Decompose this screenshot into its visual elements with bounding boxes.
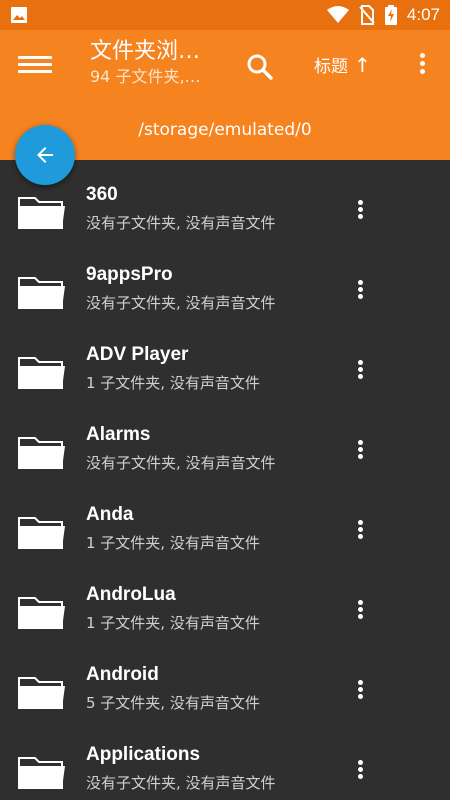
more-vert-icon bbox=[357, 520, 363, 525]
status-bar: 4:07 bbox=[0, 0, 450, 30]
item-more-button[interactable] bbox=[352, 678, 368, 702]
folder-icon bbox=[18, 597, 65, 629]
page-subtitle: 94 子文件夹,… bbox=[90, 67, 201, 86]
folder-name: Android bbox=[86, 664, 159, 685]
item-more-button[interactable] bbox=[352, 598, 368, 622]
list-item[interactable]: Alarms 没有子文件夹, 没有声音文件 bbox=[0, 400, 450, 480]
folder-icon bbox=[18, 437, 65, 469]
folder-list: 360 没有子文件夹, 没有声音文件 9appsPro 没有子文件夹, 没有声音文件 A… bbox=[0, 160, 450, 800]
folder-icon bbox=[18, 677, 65, 709]
more-vert-icon bbox=[357, 760, 363, 765]
search-icon bbox=[247, 54, 273, 80]
no-sim-icon bbox=[359, 5, 375, 25]
wifi-icon bbox=[326, 6, 349, 23]
list-item[interactable]: ADV Player 1 子文件夹, 没有声音文件 bbox=[0, 320, 450, 400]
item-more-button[interactable] bbox=[352, 198, 368, 222]
folder-name: Anda bbox=[86, 504, 134, 525]
search-button[interactable] bbox=[243, 50, 277, 84]
folder-name: 360 bbox=[86, 184, 118, 205]
item-more-button[interactable] bbox=[352, 438, 368, 462]
more-vert-icon bbox=[357, 280, 363, 285]
more-vert-icon bbox=[419, 53, 425, 58]
folder-description: 没有子文件夹, 没有声音文件 bbox=[86, 294, 276, 312]
hamburger-icon bbox=[18, 56, 52, 59]
folder-icon bbox=[18, 197, 65, 229]
arrow-back-icon bbox=[37, 147, 53, 163]
folder-name: 9appsPro bbox=[86, 264, 173, 285]
folder-description: 5 子文件夹, 没有声音文件 bbox=[86, 694, 260, 712]
folder-description: 没有子文件夹, 没有声音文件 bbox=[86, 454, 276, 472]
sort-ascending-icon: ↑ bbox=[354, 52, 371, 77]
folder-icon bbox=[18, 277, 65, 309]
list-item[interactable]: Android 5 子文件夹, 没有声音文件 bbox=[0, 640, 450, 720]
folder-description: 1 子文件夹, 没有声音文件 bbox=[86, 374, 260, 392]
sort-label: 标题 bbox=[314, 57, 348, 77]
more-vert-icon bbox=[357, 440, 363, 445]
battery-charging-icon bbox=[384, 5, 397, 25]
more-vert-icon bbox=[357, 680, 363, 685]
folder-icon bbox=[18, 357, 65, 389]
folder-name: Alarms bbox=[86, 424, 151, 445]
more-vert-icon bbox=[357, 200, 363, 205]
sort-button[interactable]: 标题 ↑ bbox=[314, 52, 371, 78]
folder-icon bbox=[18, 517, 65, 549]
folder-description: 没有子文件夹, 没有声音文件 bbox=[86, 774, 276, 792]
folder-name: ADV Player bbox=[86, 344, 189, 365]
item-more-button[interactable] bbox=[352, 758, 368, 782]
status-time: 4:07 bbox=[406, 5, 440, 24]
item-more-button[interactable] bbox=[352, 278, 368, 302]
item-more-button[interactable] bbox=[352, 518, 368, 542]
folder-icon bbox=[18, 757, 65, 789]
folder-name: Applications bbox=[86, 744, 201, 765]
list-item[interactable]: 9appsPro 没有子文件夹, 没有声音文件 bbox=[0, 240, 450, 320]
folder-description: 1 子文件夹, 没有声音文件 bbox=[86, 534, 260, 552]
title-block: 文件夹浏… 94 子文件夹,… bbox=[90, 38, 230, 88]
image-icon bbox=[11, 7, 27, 23]
folder-name: AndroLua bbox=[86, 584, 176, 605]
folder-description: 没有子文件夹, 没有声音文件 bbox=[86, 214, 276, 232]
item-more-button[interactable] bbox=[352, 358, 368, 382]
overflow-menu-button[interactable] bbox=[414, 50, 430, 80]
list-item[interactable]: Applications 没有子文件夹, 没有声音文件 bbox=[0, 720, 450, 800]
more-vert-icon bbox=[357, 600, 363, 605]
app-bar: 文件夹浏… 94 子文件夹,… 标题 ↑ bbox=[0, 30, 450, 100]
page-title: 文件夹浏… bbox=[90, 39, 201, 64]
back-button[interactable] bbox=[15, 125, 75, 185]
menu-button[interactable] bbox=[18, 52, 52, 80]
folder-description: 1 子文件夹, 没有声音文件 bbox=[86, 614, 260, 632]
more-vert-icon bbox=[357, 360, 363, 365]
list-item[interactable]: AndroLua 1 子文件夹, 没有声音文件 bbox=[0, 560, 450, 640]
list-item[interactable]: Anda 1 子文件夹, 没有声音文件 bbox=[0, 480, 450, 560]
